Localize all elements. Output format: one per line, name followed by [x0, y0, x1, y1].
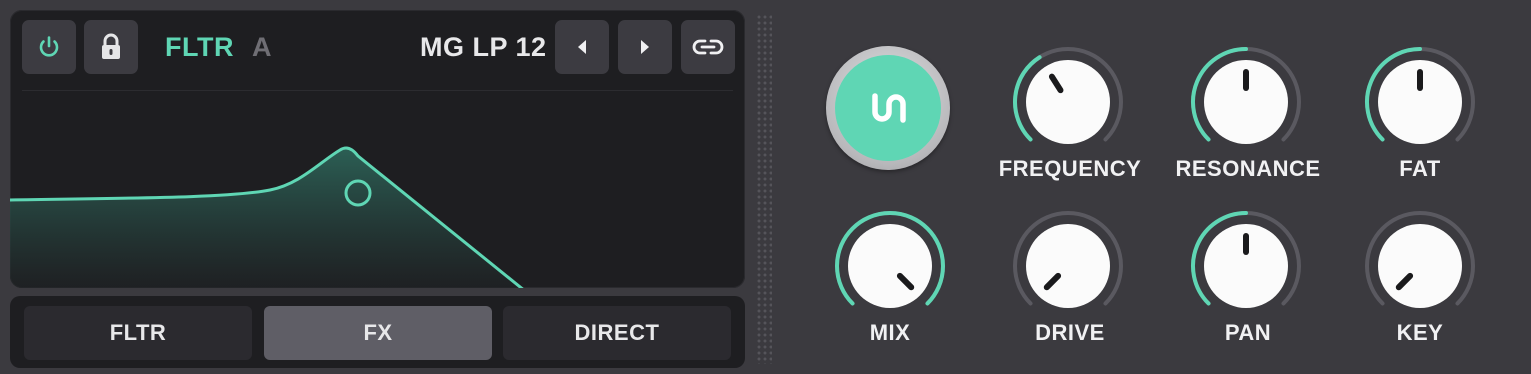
- unison-icon: [872, 93, 906, 123]
- frequency-knob[interactable]: [1008, 42, 1128, 162]
- key-knob-graphic: [1365, 211, 1475, 308]
- route-fx-button[interactable]: FX: [264, 306, 492, 360]
- frequency-label: FREQUENCY: [998, 156, 1142, 181]
- filter-preset-name[interactable]: MG LP 12: [420, 32, 547, 63]
- drive-knob[interactable]: [1008, 206, 1128, 326]
- next-preset-button[interactable]: [618, 20, 672, 74]
- pan-label: PAN: [1224, 320, 1272, 345]
- filter-panel: FLTR A MG LP 12: [10, 10, 745, 288]
- lock-button[interactable]: [84, 20, 138, 74]
- drive-knob-body: [1026, 224, 1110, 308]
- filter-response-display[interactable]: [10, 90, 745, 288]
- chevron-left-icon: [578, 40, 586, 54]
- frequency-knob-body: [1026, 60, 1110, 144]
- route-fltr-button[interactable]: FLTR: [24, 306, 252, 360]
- filter-response-fill: [10, 148, 522, 288]
- route-direct-button[interactable]: DIRECT: [503, 306, 731, 360]
- pan-knob[interactable]: [1186, 206, 1306, 326]
- route-direct-label: DIRECT: [574, 320, 660, 345]
- mix-knob[interactable]: [830, 206, 950, 326]
- fat-label: FAT: [1399, 156, 1441, 181]
- filter-header: FLTR A MG LP 12: [10, 10, 745, 86]
- key-knob-body: [1378, 224, 1462, 308]
- fat-knob-graphic: [1365, 47, 1475, 144]
- drive-knob-graphic: [1013, 211, 1123, 308]
- mix-knob-body: [848, 224, 932, 308]
- power-icon: [39, 36, 59, 57]
- power-button[interactable]: [22, 20, 76, 74]
- pan-knob-graphic: [1191, 211, 1301, 308]
- fat-knob[interactable]: [1360, 42, 1480, 162]
- unison-button[interactable]: [826, 46, 950, 170]
- mix-knob-graphic: [835, 211, 945, 308]
- routing-panel: FLTR FX DIRECT: [10, 296, 745, 368]
- drive-label: DRIVE: [1035, 320, 1105, 345]
- lock-icon: [102, 33, 120, 59]
- route-fx-label: FX: [363, 320, 393, 345]
- key-knob[interactable]: [1360, 206, 1480, 326]
- mix-label: MIX: [869, 320, 911, 345]
- route-fltr-label: FLTR: [109, 320, 167, 345]
- link-button[interactable]: [681, 20, 735, 74]
- previous-preset-button[interactable]: [555, 20, 609, 74]
- key-label: KEY: [1396, 320, 1444, 345]
- link-icon: [692, 39, 724, 55]
- frequency-knob-graphic: [1013, 47, 1123, 144]
- resonance-label: RESONANCE: [1175, 156, 1321, 181]
- resonance-knob[interactable]: [1186, 42, 1306, 162]
- unison-button-face: [835, 55, 941, 161]
- filter-slot-label: A: [252, 32, 272, 62]
- filter-title: FLTR: [165, 32, 234, 62]
- chevron-right-icon: [641, 40, 649, 54]
- panel-resize-handle[interactable]: [756, 14, 772, 364]
- resonance-knob-graphic: [1191, 47, 1301, 144]
